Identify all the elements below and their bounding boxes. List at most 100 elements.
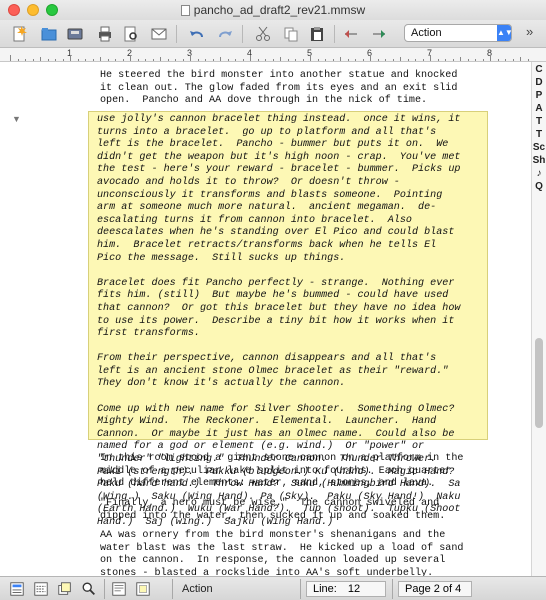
window-controls [8, 4, 58, 16]
toolbar-divider [242, 25, 243, 43]
ruler-tick [212, 59, 214, 61]
shortcut-dialogue[interactable]: D [532, 77, 546, 90]
toolbar-divider [176, 25, 177, 43]
notes-icon[interactable] [110, 580, 128, 598]
document-icon [180, 4, 190, 16]
ruler-tick [197, 59, 199, 61]
paragraph-action[interactable]: AA was ornery from the bird monster's sh… [100, 530, 490, 576]
paragraph-action[interactable]: He steered the bird monster into another… [100, 70, 490, 108]
ruler-tick [242, 59, 244, 61]
document-page[interactable]: He steered the bird monster into another… [0, 62, 531, 576]
shortcut-character[interactable]: C [532, 64, 546, 77]
ruler-tick [25, 59, 26, 61]
current-element-label[interactable]: Action [182, 581, 213, 597]
note-disclosure-icon[interactable]: ▼ [12, 114, 21, 124]
move-up-icon[interactable] [340, 24, 362, 44]
ruler-tick [460, 57, 461, 61]
ruler-tick [137, 59, 139, 61]
vertical-scrollbar[interactable]: C D P A T T Sc Sh ♪ Q [531, 62, 546, 576]
close-window-button[interactable] [8, 4, 20, 16]
ruler-tick [130, 55, 131, 61]
ruler-tick [55, 59, 56, 61]
new-document-icon[interactable] [8, 24, 30, 44]
ruler-tick [175, 59, 176, 61]
shortcut-scene[interactable]: Sc [532, 142, 546, 155]
ruler-tick [445, 59, 446, 61]
ruler-tick [467, 59, 469, 61]
shortcut-quote[interactable]: Q [532, 181, 546, 194]
status-divider [104, 579, 105, 599]
ruler-tick [100, 57, 101, 61]
shortcut-shot[interactable]: Sh [532, 155, 546, 168]
ruler-tick [287, 59, 289, 61]
ruler-tick [317, 59, 319, 61]
ruler-tick [392, 59, 394, 61]
print-preview-icon[interactable] [120, 24, 142, 44]
ruler-tick [77, 59, 79, 61]
ruler-tick [422, 59, 424, 61]
ruler-tick [10, 55, 11, 61]
ruler-tick [32, 59, 34, 61]
ruler-tick [355, 59, 356, 61]
paste-icon[interactable] [306, 24, 328, 44]
shortcut-parenthetical[interactable]: P [532, 90, 546, 103]
ruler-tick [40, 57, 41, 61]
ruler-tick [122, 59, 124, 61]
ruler-tick [47, 59, 49, 61]
ruler-tick [482, 59, 484, 61]
print-icon[interactable] [94, 24, 116, 44]
email-icon[interactable] [148, 24, 170, 44]
toolbar-overflow-button[interactable]: » [526, 24, 533, 39]
ruler-tick [527, 59, 529, 61]
status-divider [172, 579, 173, 599]
scroll-thumb[interactable] [535, 338, 543, 428]
line-indicator[interactable]: Line: 12 [306, 581, 386, 597]
script-note[interactable]: use jolly's cannon bracelet thing instea… [88, 111, 488, 528]
paragraph-action[interactable]: "Finally, a hero must be wise." The cann… [100, 498, 490, 523]
script-notes-icon[interactable] [134, 580, 152, 598]
index-cards-icon[interactable] [56, 580, 74, 598]
shortcut-action[interactable]: A [532, 103, 546, 116]
ruler-tick [310, 55, 311, 61]
move-down-icon[interactable] [368, 24, 390, 44]
page-view-icon[interactable] [8, 580, 26, 598]
element-type-select[interactable]: Action ▲▼ [404, 24, 513, 42]
ruler-tick [295, 59, 296, 61]
zoom-window-button[interactable] [46, 4, 58, 16]
ruler-tick [302, 59, 304, 61]
ruler-tick [205, 59, 206, 61]
copy-icon[interactable] [280, 24, 302, 44]
ruler-tick [85, 59, 86, 61]
ruler-tick [107, 59, 109, 61]
ruler-tick [362, 59, 364, 61]
ruler-tick [145, 59, 146, 61]
shortcut-lyrics[interactable]: ♪ [532, 168, 546, 181]
ruler-tick [475, 59, 476, 61]
outline-view-icon[interactable] [32, 580, 50, 598]
ruler-tick [512, 59, 514, 61]
page-indicator[interactable]: Page 2 of 4 [398, 581, 472, 597]
ruler-tick [407, 59, 409, 61]
ruler-tick [340, 57, 341, 61]
ruler-tick [347, 59, 349, 61]
minimize-window-button[interactable] [27, 4, 39, 16]
redo-icon[interactable] [214, 24, 236, 44]
ruler-tick [497, 59, 499, 61]
zoom-icon[interactable] [80, 580, 98, 598]
cut-icon[interactable] [252, 24, 274, 44]
open-icon[interactable] [38, 24, 60, 44]
paragraph-action[interactable]: In this room stood a giant stone cannon … [100, 453, 490, 491]
ruler: 1 2 3 4 5 6 7 8 [0, 48, 546, 62]
ruler-tick [182, 59, 184, 61]
shortcut-transition[interactable]: T [532, 116, 546, 129]
undo-icon[interactable] [186, 24, 208, 44]
ruler-tick [250, 55, 251, 61]
ruler-tick [220, 57, 221, 61]
select-arrow-icon: ▲▼ [497, 25, 513, 41]
status-divider [300, 579, 301, 599]
ruler-tick [377, 59, 379, 61]
save-icon[interactable] [64, 24, 86, 44]
ruler-tick [152, 59, 154, 61]
shortcut-title[interactable]: T [532, 129, 546, 142]
ruler-tick [160, 57, 161, 61]
